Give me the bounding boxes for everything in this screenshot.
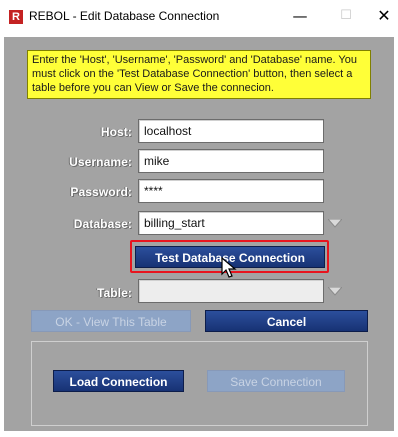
dropdown-arrow-icon [328,219,342,228]
password-field[interactable]: **** [138,179,324,203]
database-dropdown-button[interactable] [324,211,346,235]
table-dropdown-button[interactable] [324,279,346,303]
window-title: REBOL - Edit Database Connection [29,9,220,23]
database-label: Database: [73,217,132,231]
load-connection-button[interactable]: Load Connection [53,370,184,392]
connection-group-box: Load Connection Save Connection [31,341,368,426]
table-label: Table: [96,286,132,300]
save-connection-button[interactable]: Save Connection [207,370,345,392]
view-table-button[interactable]: OK - View This Table [31,310,191,332]
table-field[interactable] [138,279,324,303]
close-icon[interactable]: ✕ [369,5,398,27]
rebol-app-icon[interactable]: R [9,10,23,24]
maximize-icon[interactable]: ☐ [331,5,361,27]
host-label: Host: [100,125,132,139]
password-label: Password: [70,185,132,199]
mouse-cursor-icon [221,257,237,278]
host-field[interactable]: localhost [138,119,324,143]
title-bar: R REBOL - Edit Database Connection — ☐ ✕ [0,0,398,33]
database-field[interactable]: billing_start [138,211,324,235]
dialog-body: Enter the 'Host', 'Username', 'Password'… [4,37,394,431]
instructions-notice: Enter the 'Host', 'Username', 'Password'… [27,50,371,99]
username-field[interactable]: mike [138,149,324,173]
minimize-icon[interactable]: — [285,5,315,27]
dropdown-arrow-icon [328,287,342,296]
username-label: Username: [69,155,132,169]
cancel-button[interactable]: Cancel [205,310,368,332]
